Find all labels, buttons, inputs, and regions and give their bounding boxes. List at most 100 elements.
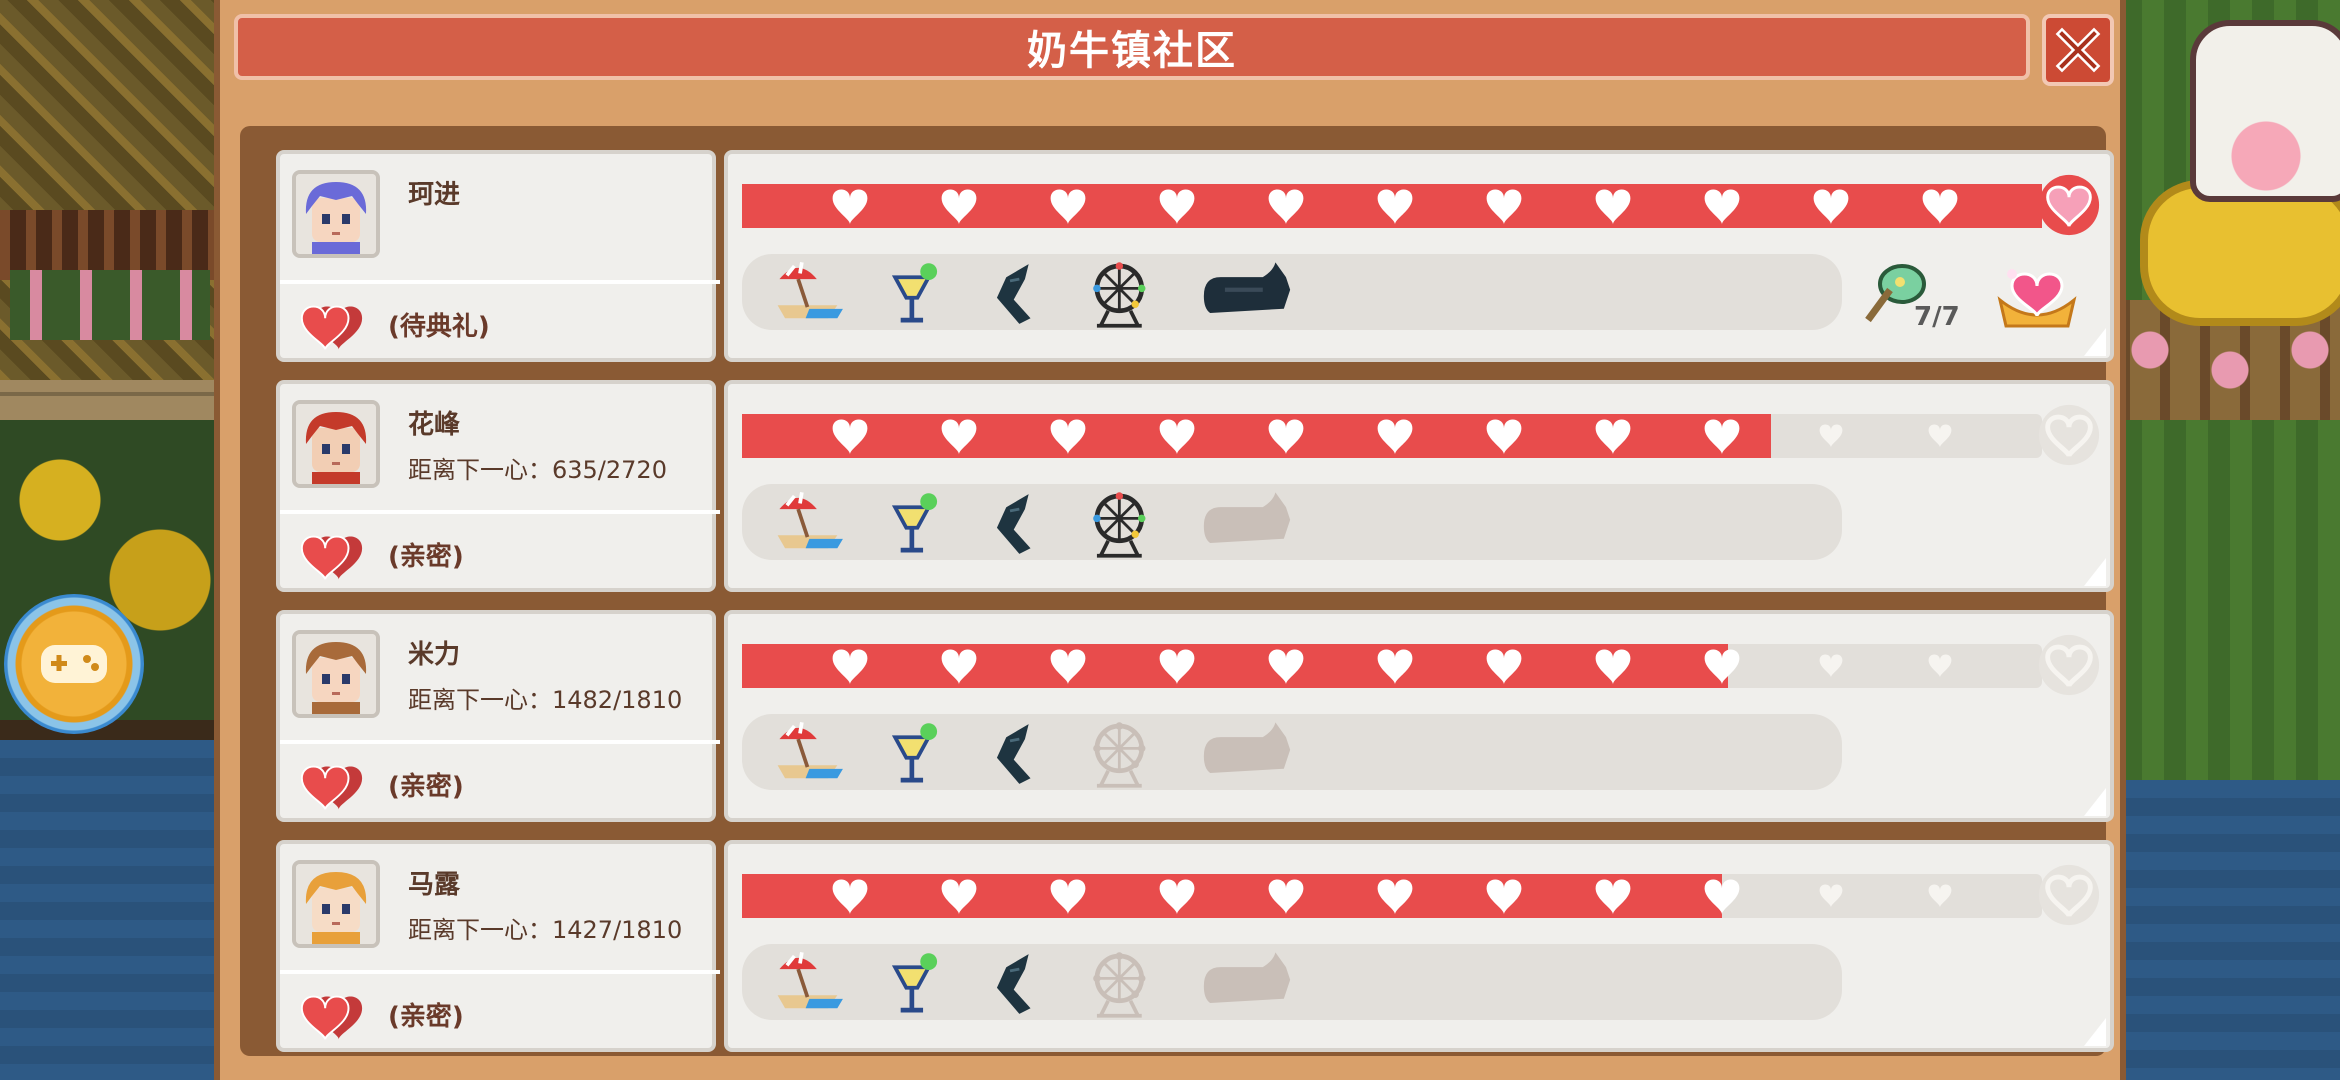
heart-bar	[742, 644, 2042, 688]
relationship-status: (亲密)	[388, 1002, 464, 1032]
divider	[280, 280, 720, 284]
heart-bar	[742, 874, 2042, 918]
villager-info-card: 米力 距离下一心：1482/1810 (亲密)	[276, 610, 720, 822]
relationship-status: (待典礼)	[388, 312, 490, 342]
heart-markers	[832, 879, 1952, 915]
villager-row[interactable]: 珂进 (待典礼) 7/7	[276, 150, 2114, 362]
max-heart-empty-icon	[2038, 634, 2100, 696]
villager-row[interactable]: 花峰 距离下一心：635/2720 (亲密)	[276, 380, 2114, 592]
dark-fish-icon[interactable]	[982, 254, 1066, 334]
next-heart-progress: 距离下一心：635/2720	[408, 456, 667, 484]
beach-umbrella-icon[interactable]	[772, 714, 856, 794]
affection-card	[724, 380, 2114, 592]
heart-filled-icon	[1704, 879, 1740, 915]
heart-filled-icon	[1704, 649, 1740, 685]
heart-empty-icon	[1928, 884, 1952, 908]
gamepad-button[interactable]	[4, 594, 144, 734]
corner-arrow-icon	[2084, 328, 2106, 356]
heart-filled-icon	[1704, 419, 1740, 455]
affection-card	[724, 610, 2114, 822]
heart-filled-icon	[1486, 649, 1522, 685]
beach-umbrella-icon[interactable]	[772, 484, 856, 564]
dark-fish-icon[interactable]	[982, 944, 1066, 1024]
heart-filled-icon	[832, 189, 868, 225]
heart-filled-icon	[1595, 419, 1631, 455]
heart-bar	[742, 184, 2042, 228]
relationship-status: (亲密)	[388, 542, 464, 572]
ferris-wheel-icon[interactable]	[1082, 484, 1166, 564]
divider	[280, 510, 720, 514]
heart-markers	[832, 649, 1952, 685]
heart-filled-icon	[1595, 879, 1631, 915]
heart-filled-icon	[832, 879, 868, 915]
heart-filled-icon	[1486, 189, 1522, 225]
heart-filled-icon	[1377, 649, 1413, 685]
heart-filled-icon	[1050, 419, 1086, 455]
heart-filled-icon	[1159, 189, 1195, 225]
heart-empty-icon	[1819, 424, 1843, 448]
affection-card: 7/7	[724, 150, 2114, 362]
sheep-icon[interactable]	[1192, 484, 1302, 564]
villager-name: 珂进	[408, 180, 461, 210]
ferris-wheel-icon[interactable]	[1082, 714, 1166, 794]
sheep-icon[interactable]	[1192, 944, 1302, 1024]
pond-right	[2120, 780, 2340, 1080]
heart-markers	[832, 189, 1958, 225]
divider	[280, 740, 720, 744]
avatar	[292, 170, 380, 258]
villager-row[interactable]: 米力 距离下一心：1482/1810 (亲密)	[276, 610, 2114, 822]
cocktail-glass-icon[interactable]	[882, 484, 966, 564]
heart-bar	[742, 414, 2042, 458]
heart-filled-icon	[1377, 419, 1413, 455]
title-bar: 奶牛镇社区	[234, 14, 2030, 80]
dark-fish-icon[interactable]	[982, 714, 1066, 794]
heart-filled-icon	[1050, 649, 1086, 685]
heart-empty-icon	[1928, 654, 1952, 678]
villager-info-card: 花峰 距离下一心：635/2720 (亲密)	[276, 380, 720, 592]
villager-info-card: 马露 距离下一心：1427/1810 (亲密)	[276, 840, 720, 1052]
next-heart-progress: 距离下一心：1482/1810	[408, 686, 683, 714]
ferris-wheel-icon[interactable]	[1082, 254, 1166, 334]
heart-filled-icon	[1268, 879, 1304, 915]
corner-arrow-icon	[2084, 788, 2106, 816]
dark-fish-icon[interactable]	[982, 484, 1066, 564]
heart-filled-icon	[1268, 649, 1304, 685]
dialog-title: 奶牛镇社区	[1027, 28, 1237, 74]
close-button[interactable]	[2042, 14, 2114, 86]
relationship-heart-icon	[300, 765, 363, 810]
heart-filled-icon	[1159, 419, 1195, 455]
max-heart-icon	[2038, 174, 2100, 236]
next-heart-progress: 距离下一心：1427/1810	[408, 916, 683, 944]
villager-list: 珂进 (待典礼) 7/7 花峰 距离下一心：635/2720 (亲密) 米力 距…	[240, 126, 2114, 1056]
heart-filled-icon	[1704, 189, 1740, 225]
affection-card	[724, 840, 2114, 1052]
cocktail-glass-icon[interactable]	[882, 714, 966, 794]
beach-umbrella-icon[interactable]	[772, 944, 856, 1024]
heart-filled-icon	[832, 649, 868, 685]
villager-row[interactable]: 马露 距离下一心：1427/1810 (亲密)	[276, 840, 2114, 1052]
relationship-status: (亲密)	[388, 772, 464, 802]
villager-info-card: 珂进 (待典礼)	[276, 150, 720, 362]
heart-filled-icon	[941, 189, 977, 225]
heart-filled-icon	[1050, 879, 1086, 915]
relationship-heart-icon	[300, 305, 363, 350]
heart-filled-icon	[941, 879, 977, 915]
sheep-icon[interactable]	[1192, 714, 1302, 794]
heart-filled-icon	[1377, 879, 1413, 915]
wedding-heart-icon[interactable]	[1992, 260, 2082, 336]
heart-filled-icon	[1159, 879, 1195, 915]
flower-bed	[10, 270, 210, 340]
heart-filled-icon	[1268, 419, 1304, 455]
cocktail-glass-icon[interactable]	[882, 254, 966, 334]
ferris-wheel-icon[interactable]	[1082, 944, 1166, 1024]
cocktail-glass-icon[interactable]	[882, 944, 966, 1024]
heart-markers	[832, 419, 1952, 455]
right-flowers	[2120, 310, 2340, 420]
heart-filled-icon	[1377, 189, 1413, 225]
heart-filled-icon	[1922, 189, 1958, 225]
cow-statue	[2190, 20, 2340, 202]
sheep-icon[interactable]	[1192, 254, 1302, 334]
beach-umbrella-icon[interactable]	[772, 254, 856, 334]
heart-empty-icon	[1819, 884, 1843, 908]
heart-filled-icon	[1268, 189, 1304, 225]
